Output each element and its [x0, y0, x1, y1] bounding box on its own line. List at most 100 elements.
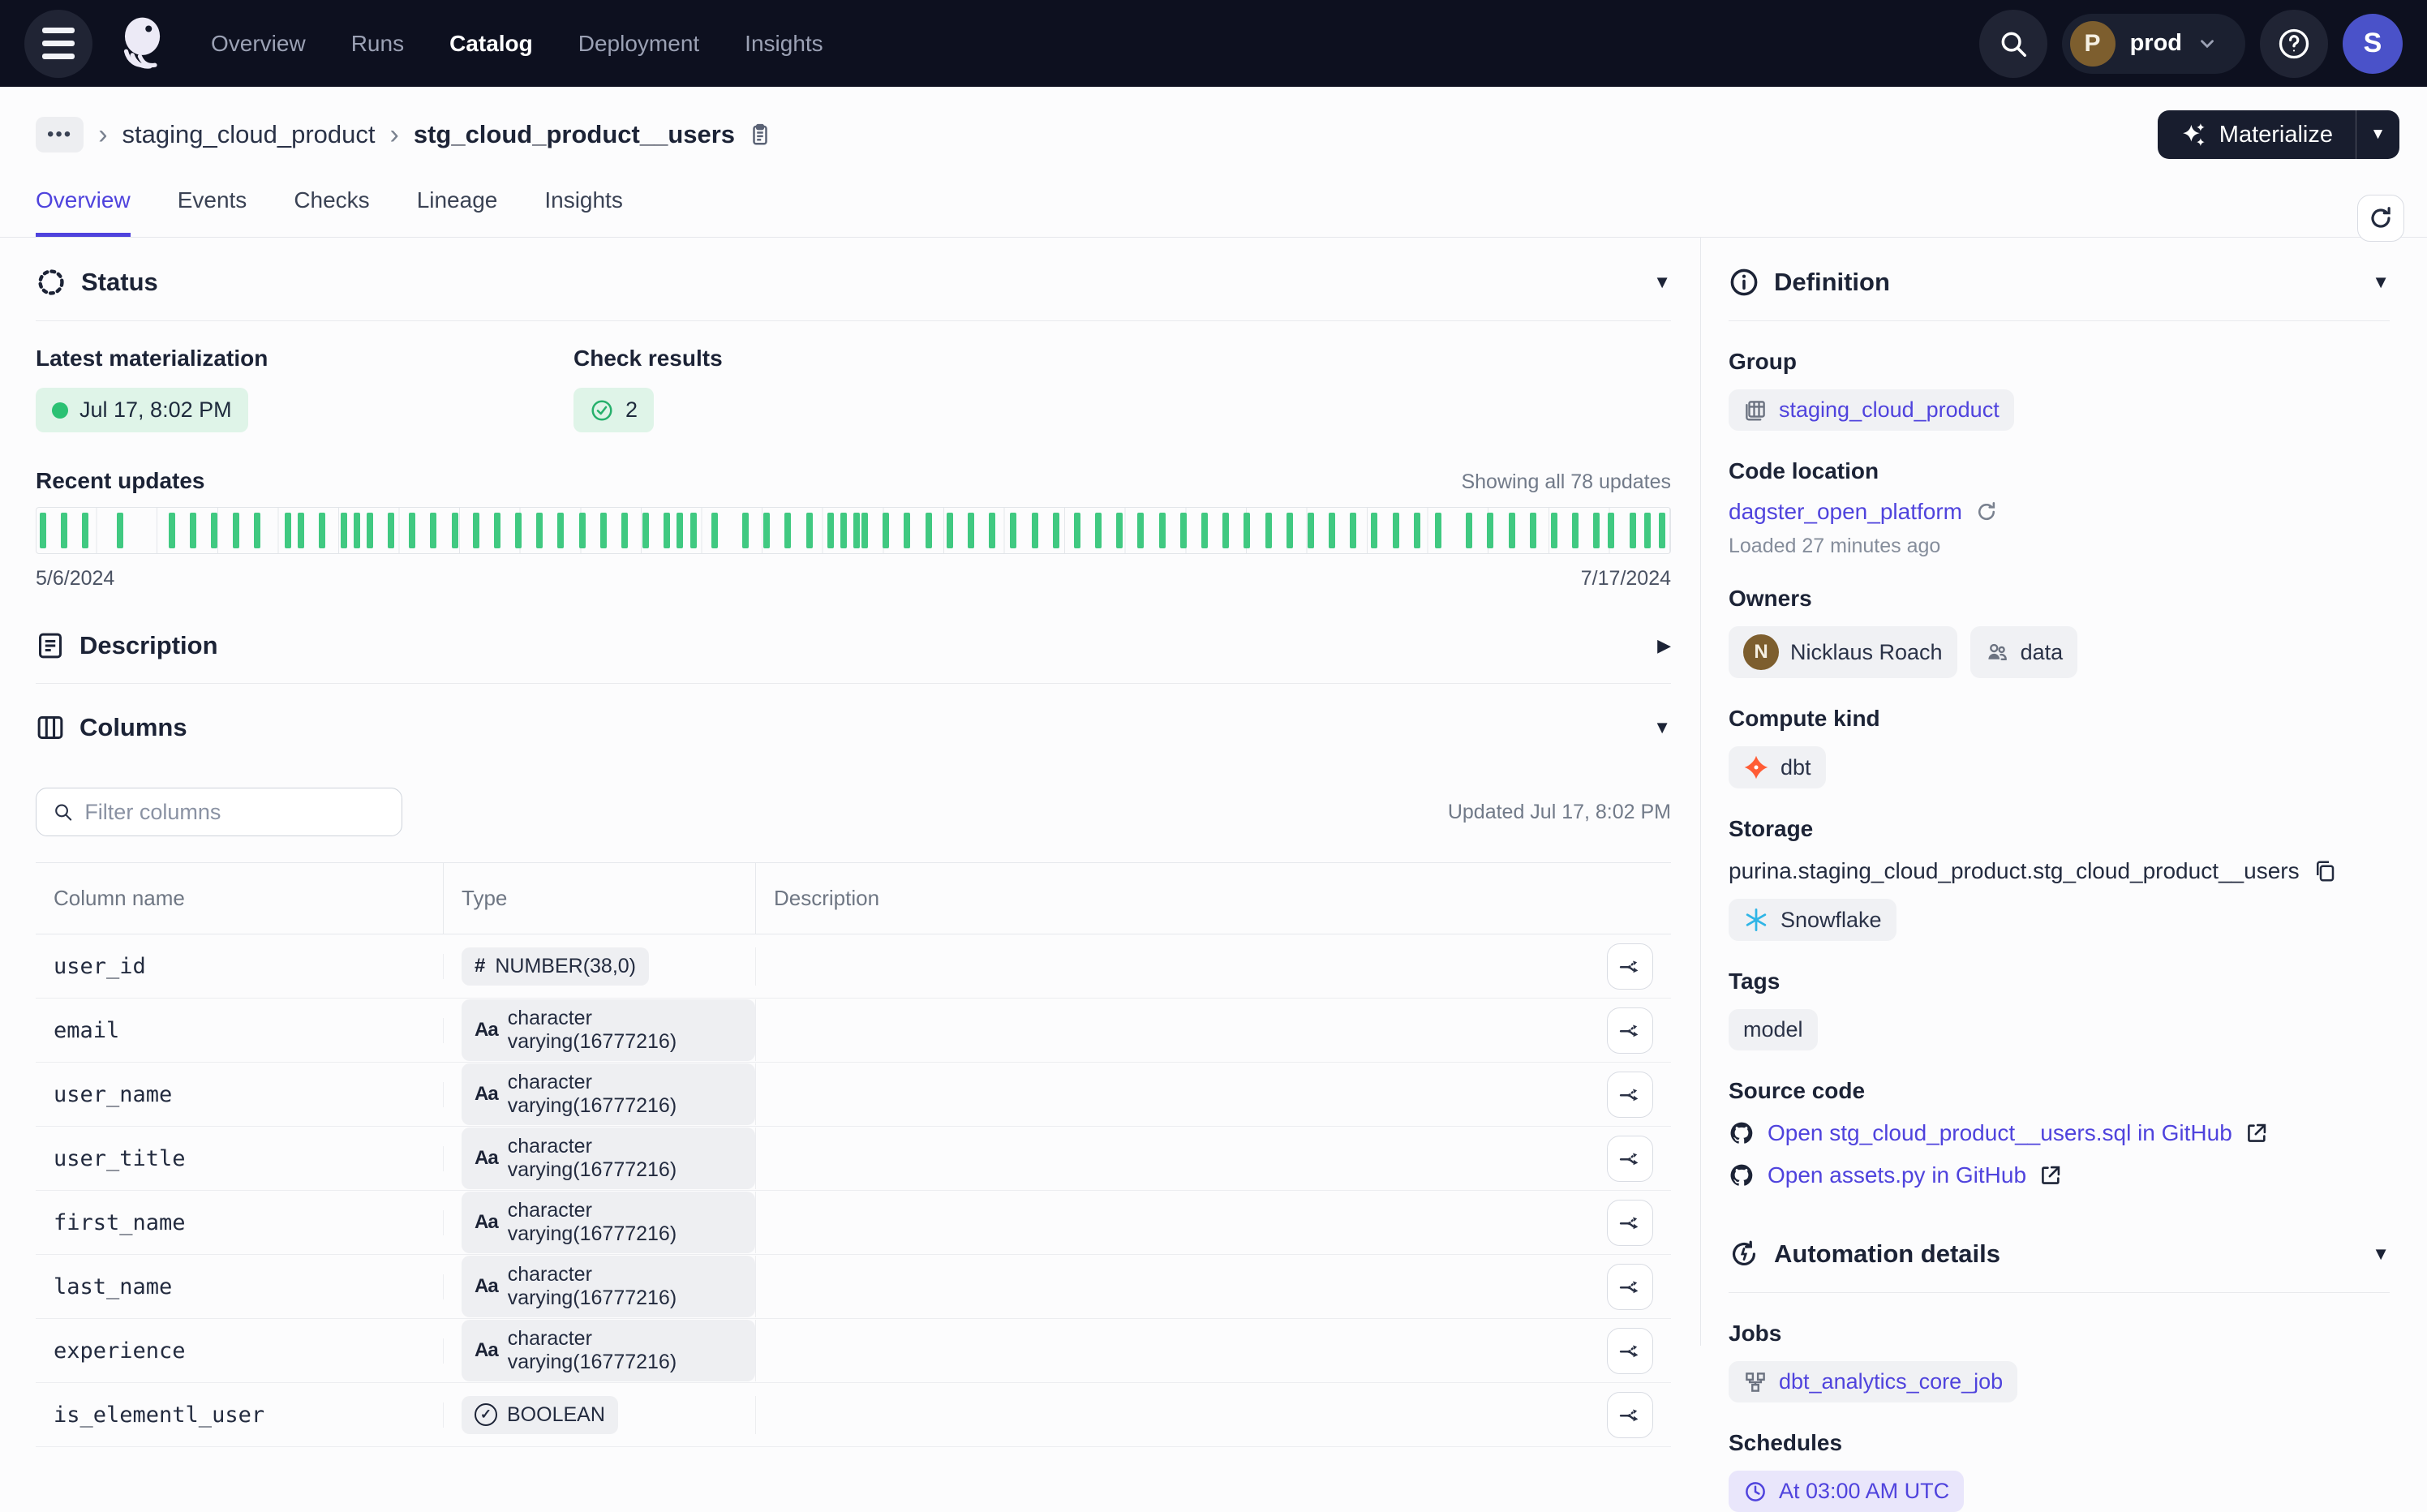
storage-platform-pill[interactable]: Snowflake — [1729, 899, 1896, 941]
refresh-button[interactable] — [2357, 195, 2404, 242]
owner-user-pill[interactable]: N Nicklaus Roach — [1729, 626, 1957, 678]
description-expand-button[interactable]: ▶ — [1657, 635, 1671, 656]
columns-collapse-button[interactable]: ▼ — [1653, 717, 1671, 738]
source-code-link-sql[interactable]: Open stg_cloud_product__users.sql in Git… — [1768, 1120, 2232, 1146]
deployment-switcher[interactable]: P prod — [2062, 14, 2245, 74]
column-name: experience — [54, 1338, 186, 1364]
update-tick — [473, 513, 479, 548]
column-name: user_title — [54, 1146, 186, 1171]
update-tick — [677, 513, 683, 548]
nav-item-runs[interactable]: Runs — [351, 31, 404, 57]
breadcrumb: ••• › staging_cloud_product › stg_cloud_… — [0, 87, 2427, 183]
column-lineage-button[interactable] — [1607, 943, 1653, 990]
status-collapse-button[interactable]: ▼ — [1653, 272, 1671, 293]
dagster-logo[interactable] — [107, 10, 175, 78]
materialize-options-button[interactable]: ▼ — [2356, 110, 2399, 159]
snowflake-icon — [1743, 907, 1769, 933]
code-location-link[interactable]: dagster_open_platform — [1729, 499, 1962, 525]
update-tick — [1630, 513, 1636, 548]
table-row: experienceAacharacter varying(16777216) — [36, 1319, 1671, 1383]
tab-insights[interactable]: Insights — [544, 183, 623, 237]
group-pill[interactable]: staging_cloud_product — [1729, 389, 2014, 431]
automation-collapse-button[interactable]: ▼ — [2372, 1244, 2390, 1265]
table-row: user_nameAacharacter varying(16777216) — [36, 1063, 1671, 1127]
string-type-icon: Aa — [475, 1147, 498, 1170]
lineage-icon — [1618, 954, 1643, 978]
column-lineage-button[interactable] — [1607, 1328, 1653, 1374]
lineage-icon — [1618, 1018, 1643, 1042]
nav-item-catalog[interactable]: Catalog — [449, 31, 533, 57]
table-row: first_nameAacharacter varying(16777216) — [36, 1191, 1671, 1255]
source-code-link-assets[interactable]: Open assets.py in GitHub — [1768, 1162, 2026, 1188]
lineage-icon — [1618, 1274, 1643, 1299]
latest-materialization-badge[interactable]: Jul 17, 8:02 PM — [36, 388, 248, 432]
description-icon — [36, 631, 65, 660]
update-tick — [1265, 513, 1272, 548]
github-icon — [1729, 1162, 1755, 1188]
schedule-pill[interactable]: At 03:00 AM UTC — [1729, 1471, 1964, 1512]
update-tick — [169, 513, 175, 548]
info-icon — [1729, 267, 1759, 298]
copy-asset-name-button[interactable] — [748, 122, 772, 147]
update-tick — [1608, 513, 1614, 548]
column-lineage-button[interactable] — [1607, 1072, 1653, 1118]
column-lineage-button[interactable] — [1607, 1264, 1653, 1310]
filter-columns-input[interactable] — [84, 800, 385, 825]
tab-events[interactable]: Events — [178, 183, 247, 237]
reload-icon — [1975, 500, 1998, 523]
tab-overview[interactable]: Overview — [36, 183, 131, 237]
copy-icon — [2313, 859, 2337, 883]
update-tick — [1551, 513, 1557, 548]
columns-updated-timestamp: Updated Jul 17, 8:02 PM — [1448, 801, 1671, 824]
column-name: email — [54, 1018, 119, 1043]
nav-item-overview[interactable]: Overview — [211, 31, 306, 57]
update-tick — [904, 513, 910, 548]
search-icon — [53, 801, 73, 823]
column-lineage-button[interactable] — [1607, 1392, 1653, 1438]
update-tick — [579, 513, 586, 548]
definition-sidebar: Definition ▼ Group staging_cloud_product… — [1700, 238, 2427, 1346]
column-lineage-button[interactable] — [1607, 1007, 1653, 1054]
recent-updates-chart[interactable] — [36, 507, 1671, 554]
tab-checks[interactable]: Checks — [294, 183, 369, 237]
column-lineage-button[interactable] — [1607, 1136, 1653, 1182]
header-description: Description — [756, 863, 1671, 934]
nav-item-deployment[interactable]: Deployment — [578, 31, 699, 57]
nav-links: Overview Runs Catalog Deployment Insight… — [211, 31, 823, 57]
update-tick — [1466, 513, 1472, 548]
help-button[interactable] — [2260, 10, 2328, 78]
update-tick — [494, 513, 500, 548]
code-location-label: Code location — [1729, 458, 2390, 484]
copy-storage-path-button[interactable] — [2313, 859, 2337, 883]
update-tick — [840, 513, 847, 548]
breadcrumb-parent-link[interactable]: staging_cloud_product — [122, 120, 376, 149]
compute-kind-pill[interactable]: dbt — [1729, 746, 1826, 788]
definition-collapse-button[interactable]: ▼ — [2372, 272, 2390, 293]
hamburger-menu-button[interactable] — [24, 10, 92, 78]
update-tick — [1074, 513, 1080, 548]
column-name: is_elementl_user — [54, 1402, 264, 1428]
string-type-icon: Aa — [475, 1211, 498, 1234]
job-pill[interactable]: dbt_analytics_core_job — [1729, 1361, 2017, 1402]
lineage-icon — [1618, 1210, 1643, 1235]
chart-end-date: 7/17/2024 — [1581, 567, 1671, 591]
tag-pill[interactable]: model — [1729, 1009, 1818, 1050]
update-tick — [1393, 513, 1399, 548]
top-nav: Overview Runs Catalog Deployment Insight… — [0, 0, 2427, 87]
external-link-icon — [2245, 1122, 2268, 1145]
update-tick — [1487, 513, 1493, 548]
owners-label: Owners — [1729, 586, 2390, 612]
main-column: Status ▼ Latest materialization Jul 17, … — [0, 238, 1700, 1346]
update-tick — [1350, 513, 1356, 548]
column-lineage-button[interactable] — [1607, 1200, 1653, 1246]
search-button[interactable] — [1979, 10, 2047, 78]
check-results-badge[interactable]: 2 — [573, 388, 654, 432]
update-tick — [853, 513, 860, 548]
header-type: Type — [444, 863, 756, 934]
tab-lineage[interactable]: Lineage — [417, 183, 498, 237]
owner-team-pill[interactable]: data — [1970, 626, 2078, 678]
breadcrumb-overflow-button[interactable]: ••• — [36, 117, 84, 152]
materialize-button[interactable]: Materialize — [2158, 110, 2356, 159]
nav-item-insights[interactable]: Insights — [745, 31, 823, 57]
user-avatar[interactable]: S — [2343, 14, 2403, 74]
